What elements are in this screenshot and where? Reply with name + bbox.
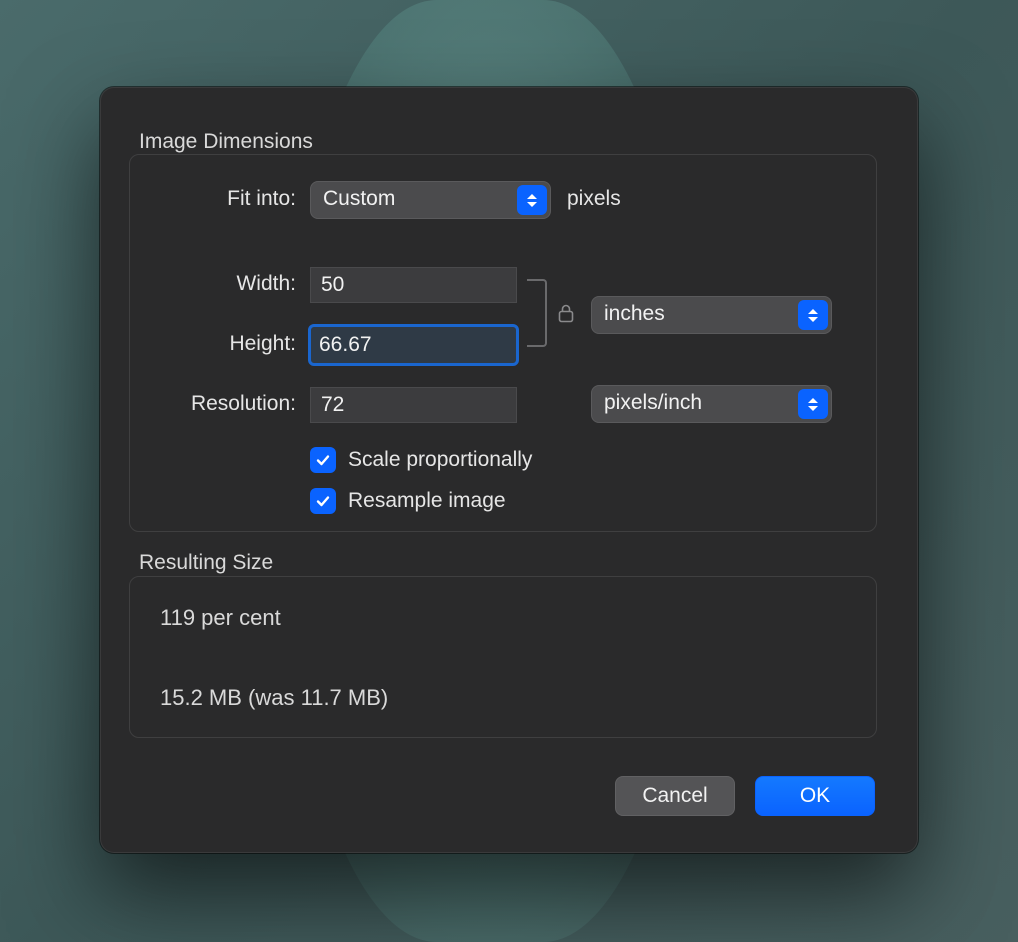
chevron-updown-icon bbox=[798, 389, 828, 419]
width-label: Width: bbox=[168, 272, 296, 296]
resample-label: Resample image bbox=[348, 489, 506, 513]
resolution-label: Resolution: bbox=[150, 392, 296, 416]
image-dimensions-fieldset: Fit into: Custom pixels Width: Height: i… bbox=[129, 154, 877, 532]
image-dimensions-dialog: Image Dimensions Fit into: Custom pixels… bbox=[100, 87, 918, 853]
image-dimensions-title: Image Dimensions bbox=[139, 130, 313, 154]
resolution-unit-selected-value: pixels/inch bbox=[604, 391, 702, 414]
cancel-button[interactable]: Cancel bbox=[615, 776, 735, 816]
chevron-updown-icon bbox=[798, 300, 828, 330]
scale-proportionally-label: Scale proportionally bbox=[348, 448, 532, 472]
ok-button[interactable]: OK bbox=[755, 776, 875, 816]
width-input[interactable] bbox=[310, 267, 517, 303]
fit-into-select[interactable]: Custom bbox=[310, 181, 551, 219]
fit-into-label: Fit into: bbox=[168, 187, 296, 211]
height-label: Height: bbox=[168, 332, 296, 356]
resample-row[interactable]: Resample image bbox=[310, 488, 506, 514]
size-unit-selected-value: inches bbox=[604, 302, 665, 325]
scale-proportionally-checkbox[interactable] bbox=[310, 447, 336, 473]
resulting-size-fieldset: 119 per cent 15.2 MB (was 11.7 MB) bbox=[129, 576, 877, 738]
scale-proportionally-row[interactable]: Scale proportionally bbox=[310, 447, 532, 473]
dialog-button-bar: Cancel OK bbox=[615, 776, 875, 816]
resolution-input[interactable] bbox=[310, 387, 517, 423]
height-input[interactable] bbox=[308, 324, 519, 366]
resulting-size-title: Resulting Size bbox=[139, 551, 273, 575]
size-unit-select[interactable]: inches bbox=[591, 296, 832, 334]
resample-checkbox[interactable] bbox=[310, 488, 336, 514]
resulting-percent-text: 119 per cent bbox=[160, 605, 281, 631]
lock-icon bbox=[554, 301, 578, 325]
fit-into-selected-value: Custom bbox=[323, 187, 395, 210]
ok-button-label: OK bbox=[800, 784, 830, 808]
resolution-unit-select[interactable]: pixels/inch bbox=[591, 385, 832, 423]
resulting-filesize-text: 15.2 MB (was 11.7 MB) bbox=[160, 685, 388, 711]
cancel-button-label: Cancel bbox=[642, 784, 707, 808]
link-bracket bbox=[527, 279, 547, 347]
chevron-updown-icon bbox=[517, 185, 547, 215]
fit-into-units-label: pixels bbox=[567, 187, 621, 211]
